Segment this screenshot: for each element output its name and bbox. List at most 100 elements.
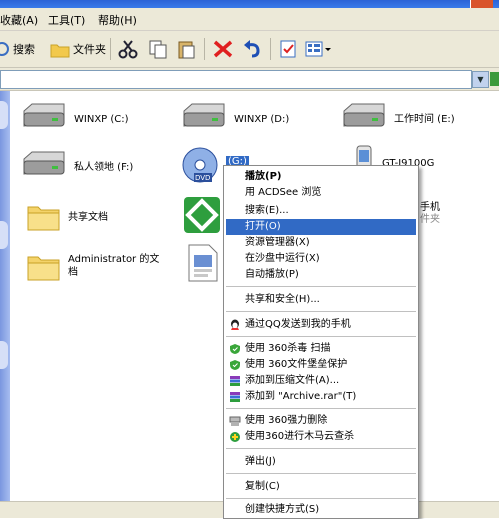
partial-label-line1: 手机 — [420, 202, 440, 213]
menu-separator — [226, 448, 416, 449]
menu-item-label: 使用 360强力删除 — [245, 415, 328, 426]
menu-item-360-trojan[interactable]: 使用360进行木马云查杀 — [226, 429, 416, 445]
menu-item-copy[interactable]: 复制(C) — [226, 479, 416, 495]
folder-label: 共享文档 — [68, 212, 108, 223]
toolbar: 搜索 文件夹 — [0, 31, 499, 68]
task-pane-section[interactable] — [0, 221, 8, 249]
menu-help[interactable]: 帮助(H) — [98, 12, 137, 28]
task-pane — [0, 91, 10, 501]
dvd-drive-icon: DVD — [182, 147, 218, 183]
app-item-green[interactable] — [182, 195, 222, 235]
menu-item-explorer[interactable]: 资源管理器(X) — [226, 235, 416, 251]
drive-label: WINXP (C:) — [74, 114, 129, 125]
properties-button[interactable] — [278, 37, 298, 61]
delete-button[interactable] — [212, 37, 234, 61]
menu-item-360-scan[interactable]: 使用 360杀毒 扫描 — [226, 341, 416, 357]
properties-icon — [280, 40, 296, 58]
views-button[interactable] — [304, 37, 332, 61]
menu-separator — [226, 408, 416, 409]
menu-item-autoplay[interactable]: 自动播放(P) — [226, 267, 416, 283]
folder-item-admin-docs[interactable]: Administrator 的文档 — [26, 249, 160, 283]
menu-item-label: 通过QQ发送到我的手机 — [245, 319, 351, 330]
menu-item-open[interactable]: 打开(O) — [226, 219, 416, 235]
folders-button[interactable]: 文件夹 — [50, 37, 106, 61]
drive-item-f[interactable]: 私人领地 (F:) — [20, 149, 133, 179]
menu-item-label: 添加到 "Archive.rar"(T) — [245, 391, 357, 402]
drive-item-d[interactable]: WINXP (D:) — [180, 101, 289, 131]
menu-item-360-shred[interactable]: 使用 360强力删除 — [226, 413, 416, 429]
undo-icon — [244, 40, 260, 58]
menu-bar: 收藏(A) 工具(T) 帮助(H) — [0, 8, 499, 31]
menu-item-360-protect[interactable]: 使用 360文件堡垒保护 — [226, 357, 416, 373]
copy-icon — [149, 40, 167, 59]
menu-separator — [226, 498, 416, 499]
partial-label-line2: 件夹 — [420, 214, 440, 225]
cut-button[interactable] — [118, 37, 138, 61]
folder-icon — [27, 206, 60, 231]
toolbar-separator — [204, 38, 205, 60]
toolbar-separator — [270, 38, 271, 60]
folder-icon — [50, 44, 70, 58]
hard-drive-icon — [343, 103, 385, 127]
folder-label: Administrator 的文档 — [68, 254, 160, 278]
archive-icon — [230, 392, 240, 402]
menu-item-qq-send[interactable]: 通过QQ发送到我的手机 — [226, 317, 416, 333]
delete-x-icon — [213, 40, 233, 58]
drive-item-e[interactable]: 工作时间 (E:) — [340, 101, 455, 131]
shredder-icon — [229, 416, 241, 426]
menu-item-play[interactable]: 播放(P) — [226, 169, 416, 185]
context-menu: 播放(P) 用 ACDSee 浏览 搜索(E)... 打开(O) 资源管理器(X… — [223, 165, 419, 519]
menu-item-label: 使用360进行木马云查杀 — [245, 431, 355, 442]
menu-tools[interactable]: 工具(T) — [48, 12, 85, 28]
menu-item-add-archive[interactable]: 添加到压缩文件(A)... — [226, 373, 416, 389]
menu-favorites[interactable]: 收藏(A) — [0, 12, 38, 28]
hard-drive-icon — [183, 103, 225, 127]
menu-item-sharing[interactable]: 共享和安全(H)... — [226, 292, 416, 308]
menu-item-search[interactable]: 搜索(E)... — [226, 203, 416, 219]
address-bar: ▼ — [0, 68, 499, 91]
copy-button[interactable] — [148, 37, 168, 61]
menu-separator — [226, 286, 416, 287]
address-input[interactable] — [0, 70, 472, 89]
folders-button-label: 文件夹 — [73, 43, 106, 56]
plus-shield-icon — [230, 432, 240, 442]
drive-item-c[interactable]: WINXP (C:) — [20, 101, 129, 131]
address-dropdown-button[interactable]: ▼ — [472, 71, 489, 88]
folder-icon — [27, 256, 60, 281]
shield-icon — [230, 344, 240, 354]
go-button[interactable] — [490, 72, 499, 86]
menu-item-sandbox[interactable]: 在沙盘中运行(X) — [226, 251, 416, 267]
shield-icon — [230, 360, 240, 370]
paste-button[interactable] — [176, 37, 196, 61]
green-app-icon — [184, 197, 220, 233]
menu-item-create-shortcut[interactable]: 创建快捷方式(S) — [226, 502, 416, 518]
task-pane-section[interactable] — [0, 341, 8, 369]
drive-label: 工作时间 (E:) — [394, 114, 455, 125]
toolbar-separator — [110, 38, 111, 60]
search-icon — [0, 42, 9, 56]
menu-item-label: 添加到压缩文件(A)... — [245, 375, 340, 386]
menu-item-label: 使用 360文件堡垒保护 — [245, 359, 348, 370]
close-window-button[interactable] — [470, 0, 493, 8]
undo-button[interactable] — [242, 37, 264, 61]
archive-icon — [230, 376, 240, 386]
menu-separator — [226, 336, 416, 337]
menu-item-add-archive-rar[interactable]: 添加到 "Archive.rar"(T) — [226, 389, 416, 405]
partial-item-phone-folder[interactable]: 手机 件夹 — [420, 202, 440, 226]
menu-separator — [226, 311, 416, 312]
file-item-doc[interactable] — [186, 243, 220, 283]
qq-icon — [231, 319, 239, 330]
task-pane-section[interactable] — [0, 101, 8, 129]
menu-item-acdsee[interactable]: 用 ACDSee 浏览 — [226, 185, 416, 201]
scissors-icon — [118, 40, 138, 59]
svg-text:DVD: DVD — [195, 174, 210, 182]
folder-item-shared-docs[interactable]: 共享文档 — [26, 199, 108, 233]
menu-item-label: 使用 360杀毒 扫描 — [245, 343, 331, 354]
drive-label: WINXP (D:) — [234, 114, 290, 125]
drive-label: 私人领地 (F:) — [74, 162, 134, 173]
menu-item-eject[interactable]: 弹出(J) — [226, 454, 416, 470]
chevron-down-icon: ▼ — [477, 75, 484, 84]
search-button[interactable]: 搜索 — [0, 37, 35, 61]
hard-drive-icon — [23, 151, 65, 175]
views-icon — [305, 41, 331, 57]
